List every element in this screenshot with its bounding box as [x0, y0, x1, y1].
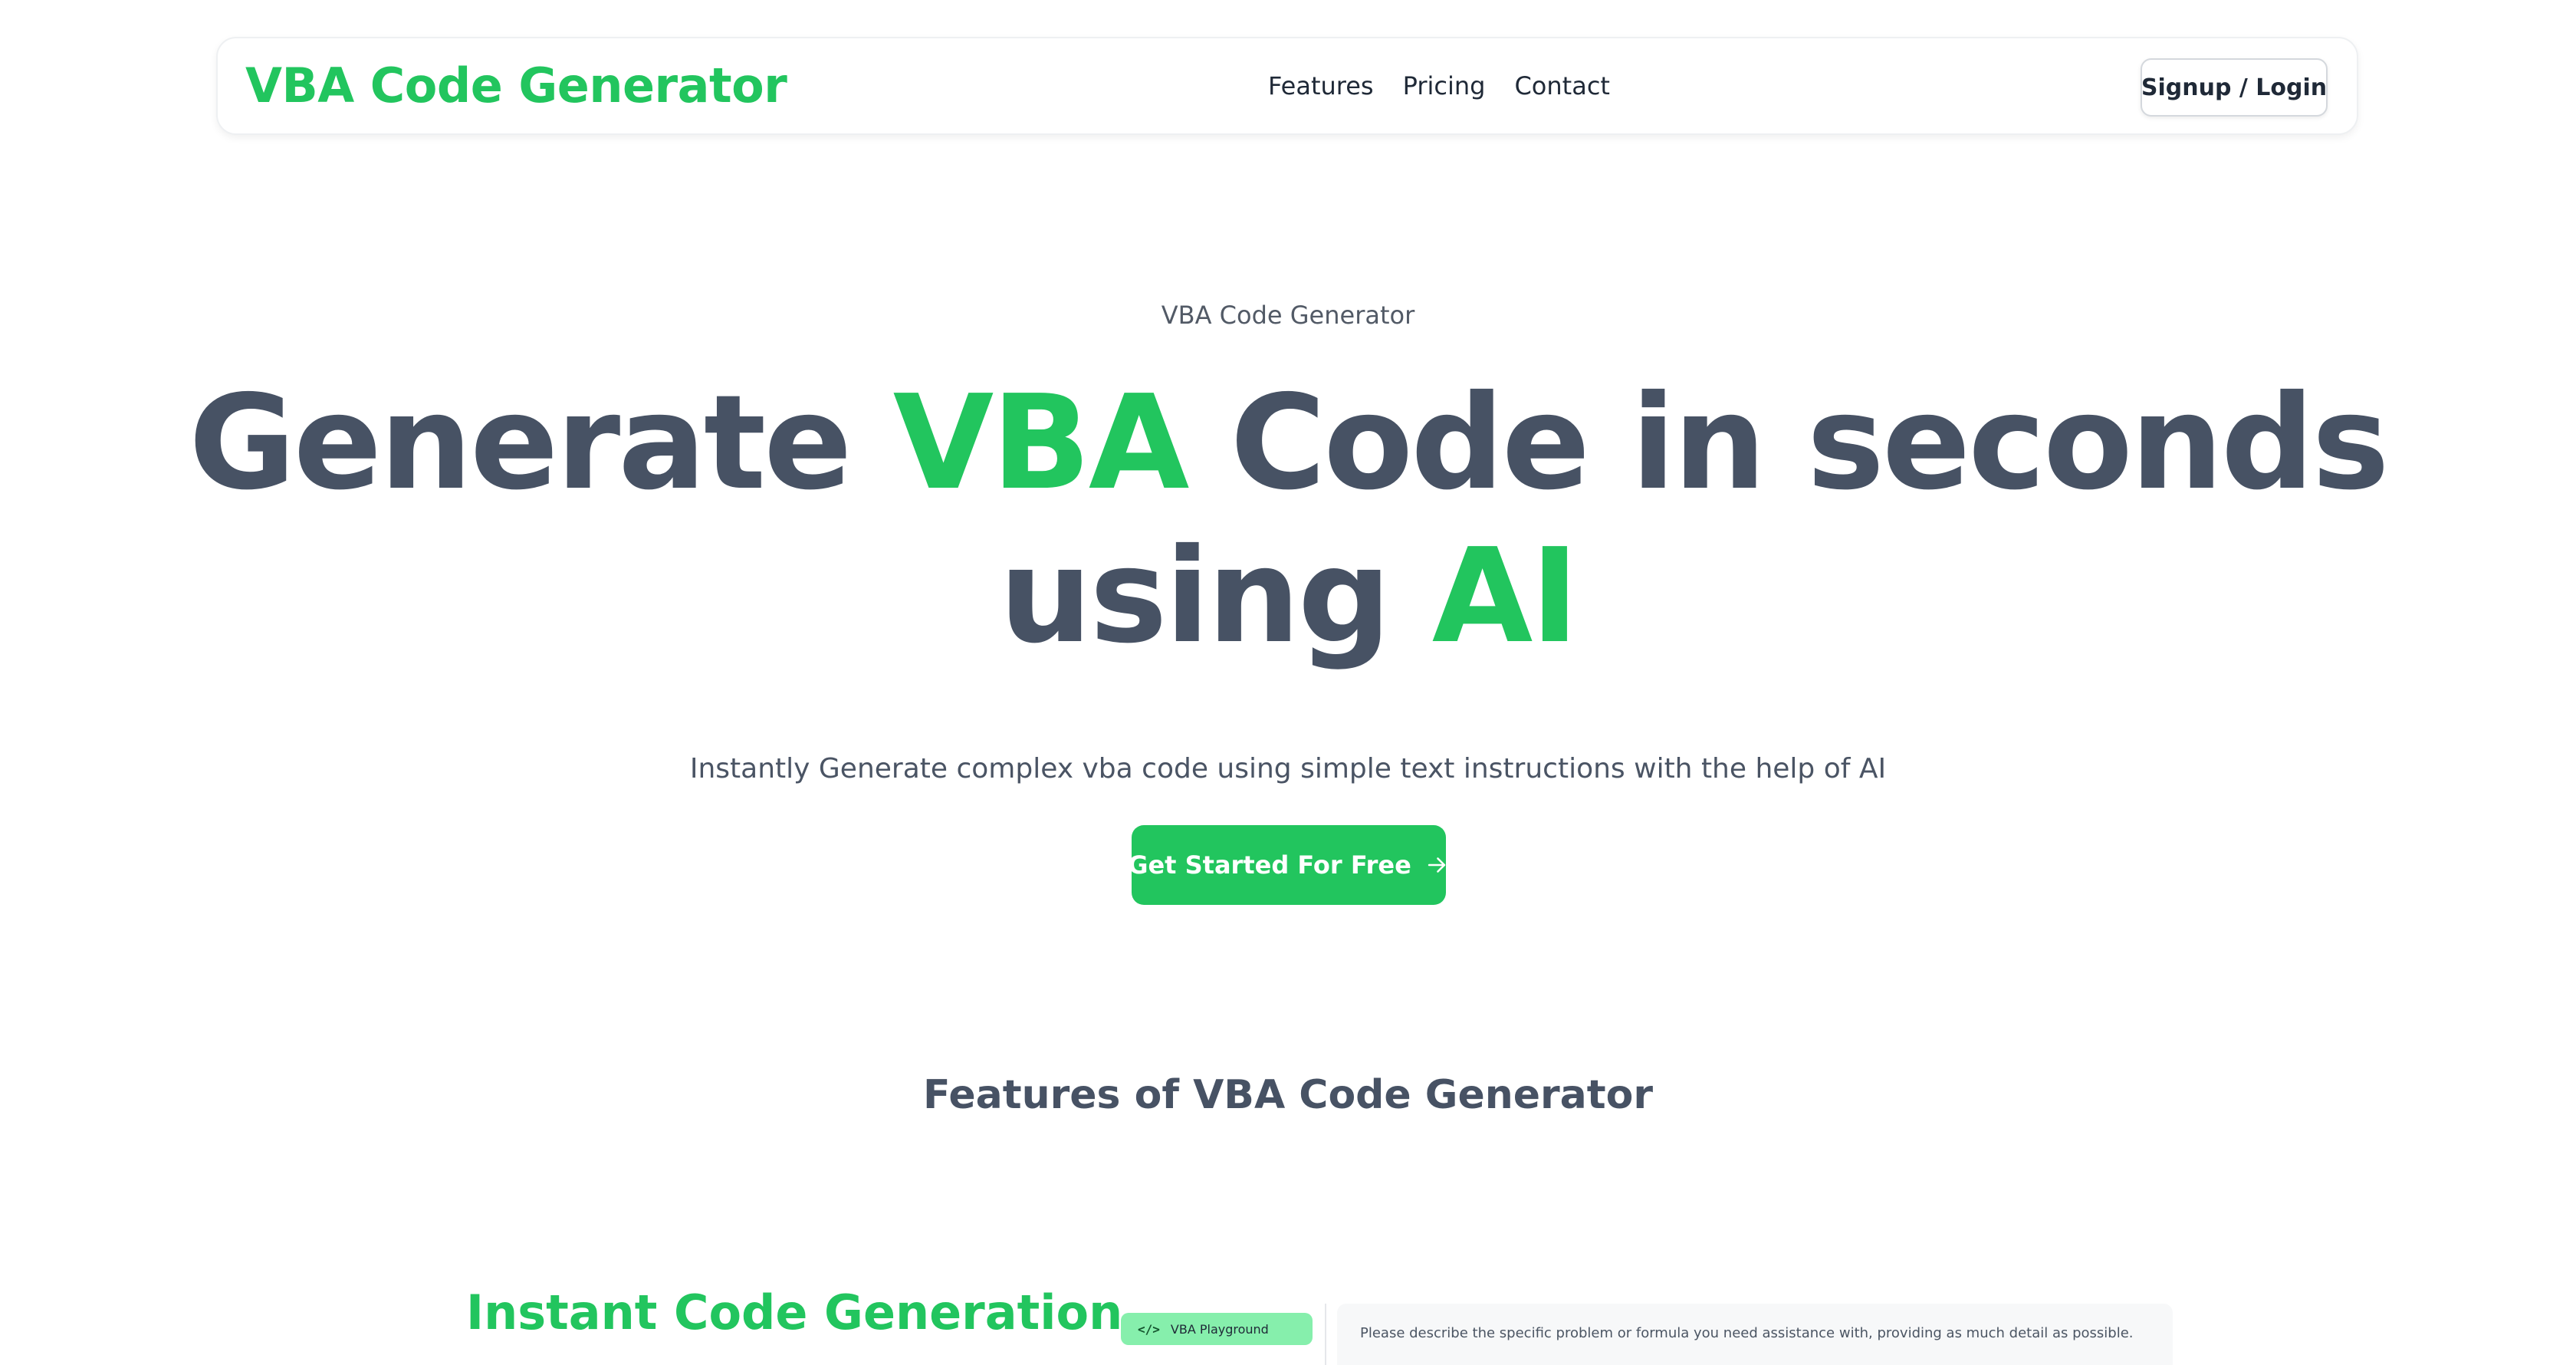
- brand-logo[interactable]: VBA Code Generator: [245, 38, 787, 133]
- nav-link-features[interactable]: Features: [1268, 71, 1374, 100]
- hero-title-text: Code in seconds: [1187, 367, 2390, 519]
- nav-link-contact[interactable]: Contact: [1514, 71, 1610, 100]
- hero-title-accent: AI: [1431, 521, 1579, 673]
- nav-links: Features Pricing Contact: [1268, 38, 1610, 133]
- hero-title-text: Generate: [189, 367, 893, 519]
- get-started-label: Get Started For Free: [1128, 850, 1411, 880]
- sidebar-item-label: VBA Playground: [1170, 1321, 1269, 1337]
- hero-title-line-1: Generate VBA Code in seconds: [0, 367, 2576, 520]
- hero-title-text: using: [999, 521, 1432, 673]
- playground-divider: [1325, 1304, 1326, 1365]
- hero-subtitle: Instantly Generate complex vba code usin…: [689, 753, 1887, 784]
- playground-preview: </> VBA Playground Please describe the s…: [1119, 1304, 2173, 1365]
- hero-eyebrow: VBA Code Generator: [1161, 301, 1415, 330]
- hero-title-accent: VBA: [892, 367, 1190, 519]
- arrow-right-icon: [1424, 852, 1450, 878]
- hero-title-line-2: using AI: [0, 520, 2576, 673]
- features-heading: Features of VBA Code Generator: [923, 1072, 1653, 1118]
- signup-login-button[interactable]: Signup / Login: [2141, 58, 2328, 117]
- code-icon: </>: [1138, 1321, 1160, 1337]
- playground-prompt: Please describe the specific problem or …: [1337, 1304, 2173, 1365]
- navbar: VBA Code Generator Features Pricing Cont…: [216, 37, 2358, 135]
- nav-link-pricing[interactable]: Pricing: [1403, 71, 1486, 100]
- get-started-button[interactable]: Get Started For Free: [1128, 825, 1446, 905]
- hero-title: Generate VBA Code in seconds using AI: [0, 367, 2576, 673]
- feature-title-instant-code-generation: Instant Code Generation: [466, 1284, 1123, 1340]
- sidebar-item-vba-playground[interactable]: </> VBA Playground: [1121, 1313, 1313, 1345]
